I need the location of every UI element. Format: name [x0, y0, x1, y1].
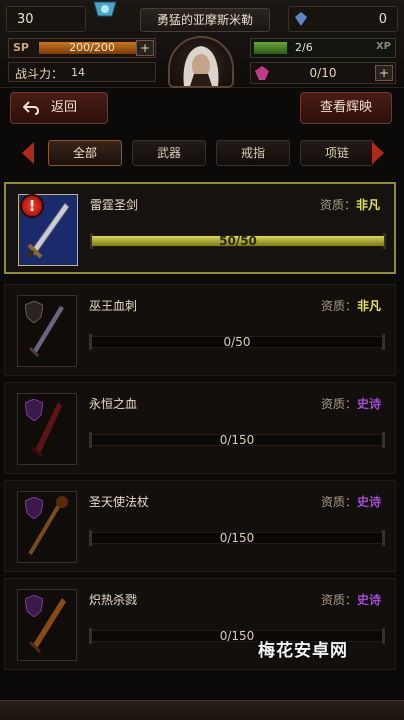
crystal-icon: [295, 12, 307, 26]
rank-shield-icon: [25, 595, 43, 617]
gold-counter: 30: [6, 6, 86, 32]
tab-rings[interactable]: 戒指: [216, 140, 290, 166]
tab-prev-arrow-icon[interactable]: [22, 142, 34, 164]
back-button-label: 返回: [51, 100, 78, 115]
progress-text: 0/150: [219, 531, 255, 545]
item-name: 永恒之血: [89, 397, 138, 411]
tab-weapons[interactable]: 武器: [132, 140, 206, 166]
fragment-add-button[interactable]: +: [375, 65, 393, 81]
alert-icon: !: [20, 194, 44, 218]
quality-label: 资质：: [320, 593, 357, 607]
quality-value: 非凡: [355, 198, 380, 212]
progress-bar: 0/150: [89, 527, 385, 549]
tab-next-arrow-icon[interactable]: [372, 142, 384, 164]
watermark: 梅花安卓网: [258, 641, 348, 661]
progress-text: 0/150: [219, 433, 255, 447]
view-collection-button[interactable]: 查看辉映: [300, 92, 392, 124]
list-item[interactable]: 永恒之血 资质：史诗 0/150: [4, 382, 396, 474]
rank-shield-icon: [25, 301, 43, 323]
item-quality: 资质：非凡: [320, 196, 380, 213]
top-hud: 30 勇猛的亚摩斯米勒 0 SP 200/200 + 战斗力： 14 2/6 X…: [0, 0, 404, 88]
player-name: 勇猛的亚摩斯米勒: [140, 8, 270, 32]
back-arrow-icon: [23, 101, 39, 115]
avatar[interactable]: [168, 36, 234, 88]
crystal-counter: 0: [288, 6, 398, 32]
progress-text: 0/50: [223, 335, 251, 349]
bottom-strip: [0, 700, 404, 720]
tab-necklaces[interactable]: 项链: [300, 140, 374, 166]
category-tabs: 全部 武器 戒指 项链: [0, 136, 404, 170]
list-item[interactable]: ! 雷霆圣剑 资质：非凡 50/50: [4, 182, 396, 274]
quality-value: 史诗: [356, 495, 381, 509]
item-name: 圣天使法杖: [89, 495, 150, 509]
rank-shield-icon: [25, 497, 43, 519]
quality-value: 史诗: [356, 593, 381, 607]
quality-value: 非凡: [356, 299, 381, 313]
quality-label: 资质：: [320, 299, 357, 313]
item-name: 巫王血刺: [89, 299, 138, 313]
list-item[interactable]: 圣天使法杖 资质：史诗 0/150: [4, 480, 396, 572]
item-quality: 资质：非凡: [321, 297, 381, 314]
quality-label: 资质：: [320, 495, 357, 509]
combat-power-value: 14: [71, 66, 85, 79]
sp-bar: SP 200/200: [8, 38, 156, 58]
list-item[interactable]: 巫王血刺 资质：非凡 0/50: [4, 284, 396, 376]
fragment-value: 0/10: [309, 66, 337, 80]
sp-add-button[interactable]: +: [136, 40, 154, 56]
xp-label: XP: [375, 41, 391, 52]
rank-shield-icon: [25, 399, 43, 421]
gold-value: 30: [17, 12, 34, 27]
sp-label: SP: [13, 41, 29, 54]
fragment-icon: [255, 66, 269, 80]
quality-label: 资质：: [319, 198, 356, 212]
crystal-value: 0: [378, 12, 387, 27]
progress-bar: 0/50: [89, 331, 385, 353]
item-name: 炽热杀戮: [89, 593, 138, 607]
progress-bar: 50/50: [90, 230, 386, 252]
combat-power-label: 战斗力：: [15, 67, 64, 81]
back-button[interactable]: 返回: [10, 92, 108, 124]
xp-bar: 2/6 XP: [250, 38, 396, 58]
xp-value: 2/6: [295, 41, 313, 54]
item-quality: 资质：史诗: [321, 591, 381, 608]
quality-label: 资质：: [320, 397, 357, 411]
item-name: 雷霆圣剑: [90, 198, 139, 212]
fragment-counter: 0/10 +: [250, 62, 396, 84]
progress-bar: 0/150: [89, 429, 385, 451]
hero-portrait-icon: [183, 46, 219, 86]
item-quality: 资质：史诗: [321, 493, 381, 510]
tab-all[interactable]: 全部: [48, 140, 122, 166]
quality-value: 史诗: [356, 397, 381, 411]
sp-value: 200/200: [69, 41, 115, 54]
crown-gem-icon: [93, 1, 117, 17]
progress-text: 50/50: [219, 234, 257, 248]
item-quality: 资质：史诗: [321, 395, 381, 412]
xp-fill: [254, 42, 287, 54]
combat-power: 战斗力： 14: [8, 62, 156, 82]
